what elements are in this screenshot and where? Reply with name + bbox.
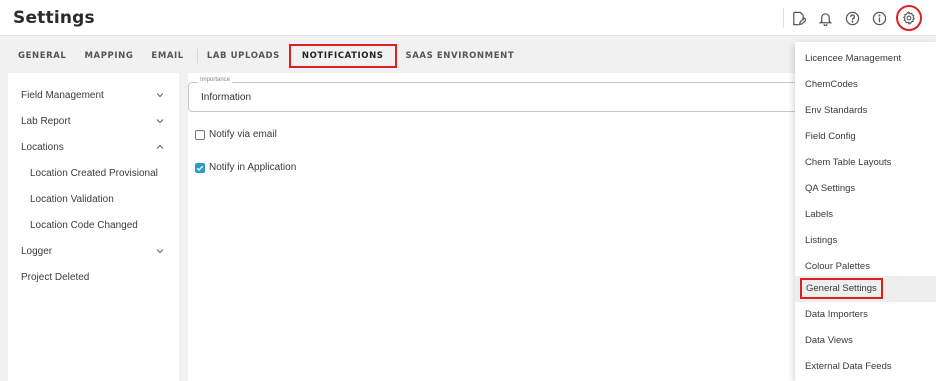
header-divider	[783, 8, 784, 28]
notify-in-application-option[interactable]: Notify in Application	[195, 162, 296, 173]
bell-icon[interactable]	[815, 8, 835, 28]
menu-item-licencee-management[interactable]: Licencee Management	[795, 46, 936, 72]
tab-notifications[interactable]: NOTIFICATIONS	[288, 44, 397, 68]
sidebar-item-project-deleted[interactable]: Project Deleted	[8, 264, 179, 290]
sidebar-item-label: Location Validation	[30, 193, 114, 205]
settings-button[interactable]	[896, 5, 922, 31]
sidebar-item-location-validation[interactable]: Location Validation	[8, 186, 179, 212]
chevron-up-icon	[156, 144, 164, 149]
menu-item-general-settings-label: General Settings	[800, 278, 883, 299]
menu-item-external-data-feeds[interactable]: External Data Feeds	[795, 354, 936, 380]
menu-item-listings[interactable]: Listings	[795, 228, 936, 254]
menu-item-labels[interactable]: Labels	[795, 202, 936, 228]
tab-lab-uploads[interactable]: LAB UPLOADS	[196, 49, 289, 63]
gear-icon	[902, 11, 916, 25]
sidebar-item-label: Logger	[21, 245, 53, 257]
sidebar-item-label: Locations	[21, 141, 64, 153]
importance-legend: Importance	[198, 77, 233, 83]
menu-item-data-views[interactable]: Data Views	[795, 328, 936, 354]
notify-via-email-label: Notify via email	[209, 129, 277, 140]
notify-via-email-checkbox[interactable]	[195, 129, 205, 140]
tab-general[interactable]: GENERAL	[0, 43, 75, 69]
info-icon[interactable]	[869, 8, 889, 28]
page-title: Settings	[13, 8, 95, 28]
notify-in-application-checkbox[interactable]	[195, 162, 205, 173]
menu-item-general-settings[interactable]: General Settings	[795, 276, 936, 302]
sidebar-item-locations[interactable]: Locations	[8, 134, 179, 160]
sidebar-item-label: Lab Report	[21, 115, 71, 127]
sidebar-item-label: Project Deleted	[21, 271, 90, 283]
menu-item-qa-settings[interactable]: QA Settings	[795, 176, 936, 202]
notifications-sidebar: Field Management Lab Report Locations Lo…	[8, 73, 179, 381]
checkmark-icon	[196, 165, 204, 171]
sidebar-item-logger[interactable]: Logger	[8, 238, 179, 264]
chevron-down-icon	[156, 119, 164, 124]
settings-tabs: GENERAL MAPPING EMAIL LAB UPLOADS NOTIFI…	[0, 42, 523, 70]
notify-in-application-label: Notify in Application	[209, 162, 297, 173]
chevron-down-icon	[156, 249, 164, 254]
tab-saas-environment[interactable]: SAAS ENVIRONMENT	[397, 43, 524, 69]
sidebar-item-lab-report[interactable]: Lab Report	[8, 108, 179, 134]
importance-value: Information	[201, 92, 252, 103]
sidebar-item-label: Location Code Changed	[30, 219, 138, 231]
sidebar-item-label: Field Management	[21, 89, 104, 101]
sidebar-item-location-created-provisional[interactable]: Location Created Provisional	[8, 160, 179, 186]
settings-menu: Licencee Management ChemCodes Env Standa…	[795, 42, 936, 381]
sidebar-item-label: Location Created Provisional	[30, 167, 158, 179]
sidebar-item-field-management[interactable]: Field Management	[8, 82, 179, 108]
importance-select[interactable]: Importance Information	[188, 77, 828, 112]
header-icons	[788, 5, 922, 31]
notify-via-email-option[interactable]: Notify via email	[195, 129, 277, 140]
menu-item-data-importers[interactable]: Data Importers	[795, 302, 936, 328]
top-bar: Settings	[0, 0, 936, 36]
menu-item-field-config[interactable]: Field Config	[795, 124, 936, 150]
menu-item-env-standards[interactable]: Env Standards	[795, 98, 936, 124]
help-icon[interactable]	[842, 8, 862, 28]
edit-document-icon[interactable]	[788, 8, 808, 28]
menu-item-chemcodes[interactable]: ChemCodes	[795, 72, 936, 98]
tab-email[interactable]: EMAIL	[142, 43, 192, 69]
menu-item-chem-table-layouts[interactable]: Chem Table Layouts	[795, 150, 936, 176]
tab-mapping[interactable]: MAPPING	[75, 43, 142, 69]
chevron-down-icon	[156, 93, 164, 98]
sidebar-item-location-code-changed[interactable]: Location Code Changed	[8, 212, 179, 238]
